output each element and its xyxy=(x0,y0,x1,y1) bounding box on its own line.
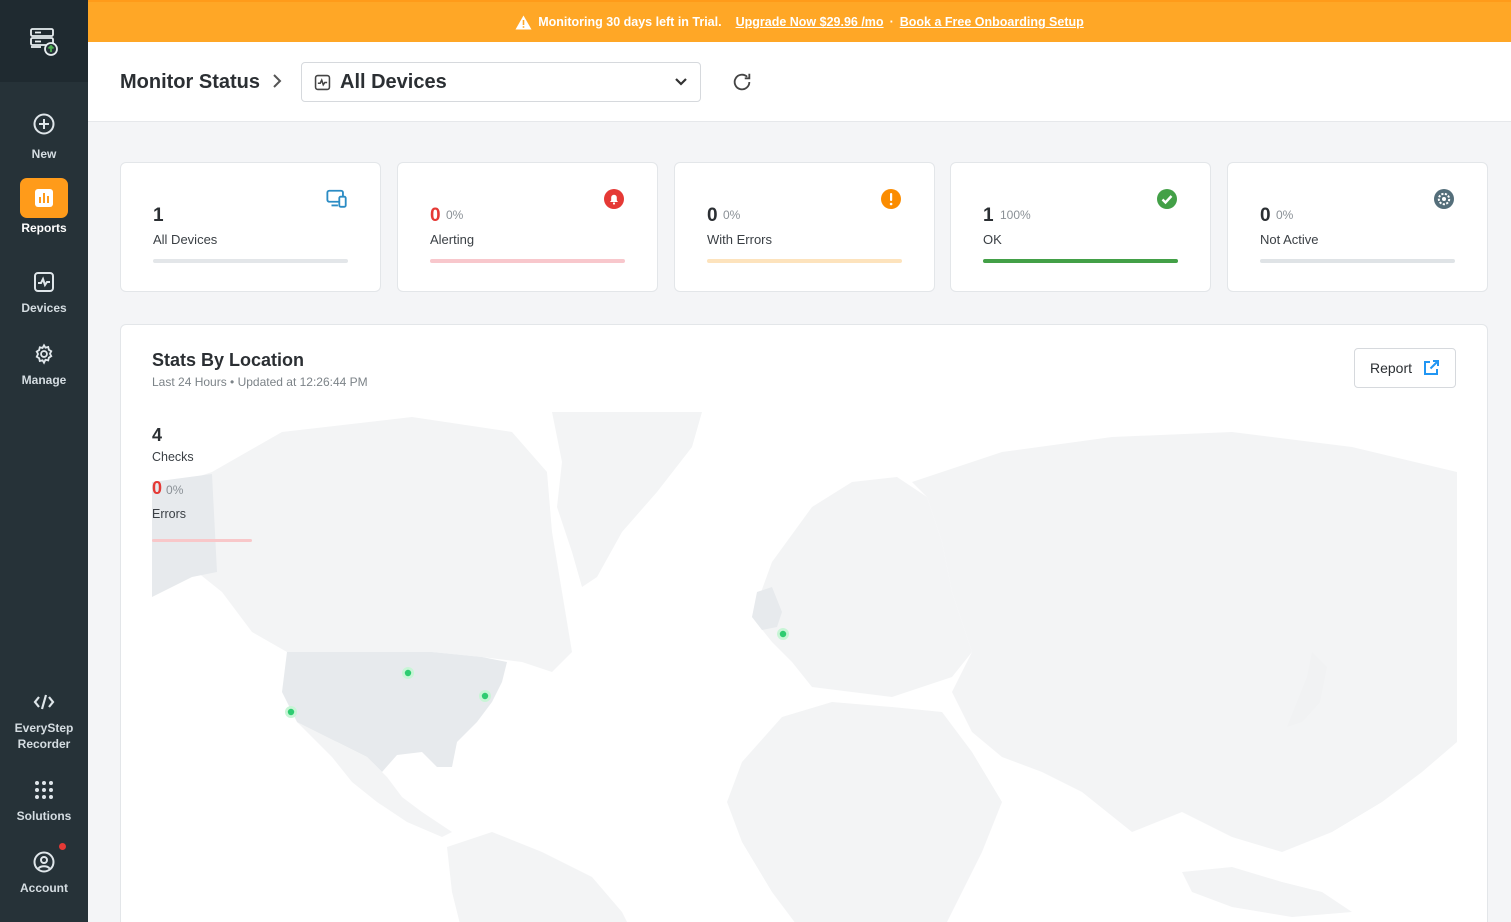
device-select[interactable]: All Devices xyxy=(301,62,701,102)
plus-circle-icon xyxy=(20,104,68,144)
refresh-icon xyxy=(733,73,751,91)
grid-icon xyxy=(20,774,68,806)
sidebar-item-label: New xyxy=(31,147,57,161)
trial-text: Monitoring 30 days left in Trial. xyxy=(538,15,722,29)
stats-by-location-panel: Stats By Location Last 24 Hours • Update… xyxy=(120,324,1488,922)
errors-percent: 0% xyxy=(166,483,184,497)
location-marker-central-us[interactable] xyxy=(402,667,414,679)
errors-progress xyxy=(152,539,252,542)
bell-icon xyxy=(603,188,625,210)
map-region-usa xyxy=(282,652,507,772)
card-label: Not Active xyxy=(1260,232,1319,247)
card-label: With Errors xyxy=(707,232,772,247)
sidebar-item-label: Manage xyxy=(21,373,67,387)
card-percent: 100% xyxy=(1000,208,1031,222)
location-marker-east-us[interactable] xyxy=(479,690,491,702)
app-logo[interactable] xyxy=(0,0,88,82)
card-label: All Devices xyxy=(153,232,218,247)
sidebar-item-devices[interactable]: Devices xyxy=(0,266,88,316)
external-link-icon xyxy=(1424,360,1440,375)
sidebar: New Reports Devices Manage EveryStep Rec… xyxy=(0,0,88,922)
check-icon xyxy=(1156,188,1178,210)
user-circle-icon xyxy=(20,846,68,878)
device-select-value: All Devices xyxy=(340,70,447,93)
card-progress xyxy=(430,259,625,263)
sidebar-item-label: Reports xyxy=(21,221,67,235)
world-map[interactable] xyxy=(152,412,1457,922)
gear-icon xyxy=(20,338,68,370)
sidebar-item-label: Devices xyxy=(21,301,67,315)
errors-value: 0 xyxy=(152,478,163,498)
panel-subtitle: Last 24 Hours • Updated at 12:26:44 PM xyxy=(152,375,368,389)
sidebar-item-account[interactable]: Account xyxy=(0,846,88,896)
sidebar-item-reports[interactable]: Reports xyxy=(0,178,88,236)
card-percent: 0% xyxy=(1276,208,1294,222)
sidebar-item-manage[interactable]: Manage xyxy=(0,338,88,388)
notification-dot xyxy=(59,843,66,850)
page-header: Monitor Status All Devices xyxy=(88,42,1511,122)
card-progress xyxy=(983,259,1178,263)
devices-icon xyxy=(314,74,331,90)
card-with-errors[interactable]: 0 0% With Errors xyxy=(674,162,935,292)
chevron-right-icon xyxy=(271,73,283,94)
card-alerting[interactable]: 0 0% Alerting xyxy=(397,162,658,292)
card-all-devices[interactable]: 1 All Devices xyxy=(120,162,381,292)
card-progress xyxy=(1260,259,1455,263)
card-ok[interactable]: 1 100% OK xyxy=(950,162,1211,292)
card-value: 1 xyxy=(153,205,164,226)
report-button-label: Report xyxy=(1369,360,1413,376)
card-percent: 0% xyxy=(446,208,464,222)
card-not-active[interactable]: 0 0% Not Active xyxy=(1227,162,1488,292)
monitor-icon xyxy=(326,188,348,210)
bar-chart-icon xyxy=(20,178,68,218)
chevron-down-icon xyxy=(675,78,687,86)
exclamation-icon xyxy=(880,188,902,210)
server-upload-icon xyxy=(30,28,58,56)
card-value: 0 xyxy=(707,205,718,226)
refresh-button[interactable] xyxy=(729,69,755,95)
sidebar-item-solutions[interactable]: Solutions xyxy=(0,774,88,824)
location-marker-london[interactable] xyxy=(777,628,789,640)
sidebar-item-label: Solutions xyxy=(16,809,72,823)
map-region-indonesia xyxy=(1182,867,1352,917)
card-label: Alerting xyxy=(430,232,475,247)
card-percent: 0% xyxy=(723,208,741,222)
card-progress xyxy=(153,259,348,263)
sidebar-item-label: EveryStep Recorder xyxy=(14,721,74,751)
map-region-greenland xyxy=(552,412,702,587)
checks-value: 4 xyxy=(152,425,163,445)
page-title: Monitor Status xyxy=(120,71,260,93)
panel-title: Stats By Location xyxy=(152,350,305,370)
banner-separator: · xyxy=(889,15,894,29)
code-icon xyxy=(20,686,68,718)
card-progress xyxy=(707,259,902,263)
devices-icon xyxy=(20,266,68,298)
card-value: 0 xyxy=(430,205,441,226)
onboarding-link[interactable]: Book a Free Onboarding Setup xyxy=(900,15,1084,29)
warning-icon xyxy=(515,15,532,29)
errors-label: Errors xyxy=(152,507,187,521)
checks-label: Checks xyxy=(152,450,194,464)
card-value: 0 xyxy=(1260,205,1271,226)
gear-icon xyxy=(1433,188,1455,210)
sidebar-item-everystep-recorder[interactable]: EveryStep Recorder xyxy=(0,686,88,752)
map-region-africa xyxy=(727,702,1002,922)
report-button[interactable]: Report xyxy=(1354,348,1456,388)
upgrade-link[interactable]: Upgrade Now $29.96 /mo xyxy=(736,15,884,29)
card-value: 1 xyxy=(983,205,994,226)
card-label: OK xyxy=(983,232,1002,247)
map-region-south-america xyxy=(447,832,627,922)
trial-banner: Monitoring 30 days left in Trial. Upgrad… xyxy=(88,0,1511,42)
sidebar-item-label: Account xyxy=(20,881,68,895)
sidebar-item-new[interactable]: New xyxy=(0,104,88,162)
location-marker-los-angeles[interactable] xyxy=(285,706,297,718)
map-stats-overlay: 4 Checks 0 0% Errors xyxy=(152,425,252,542)
